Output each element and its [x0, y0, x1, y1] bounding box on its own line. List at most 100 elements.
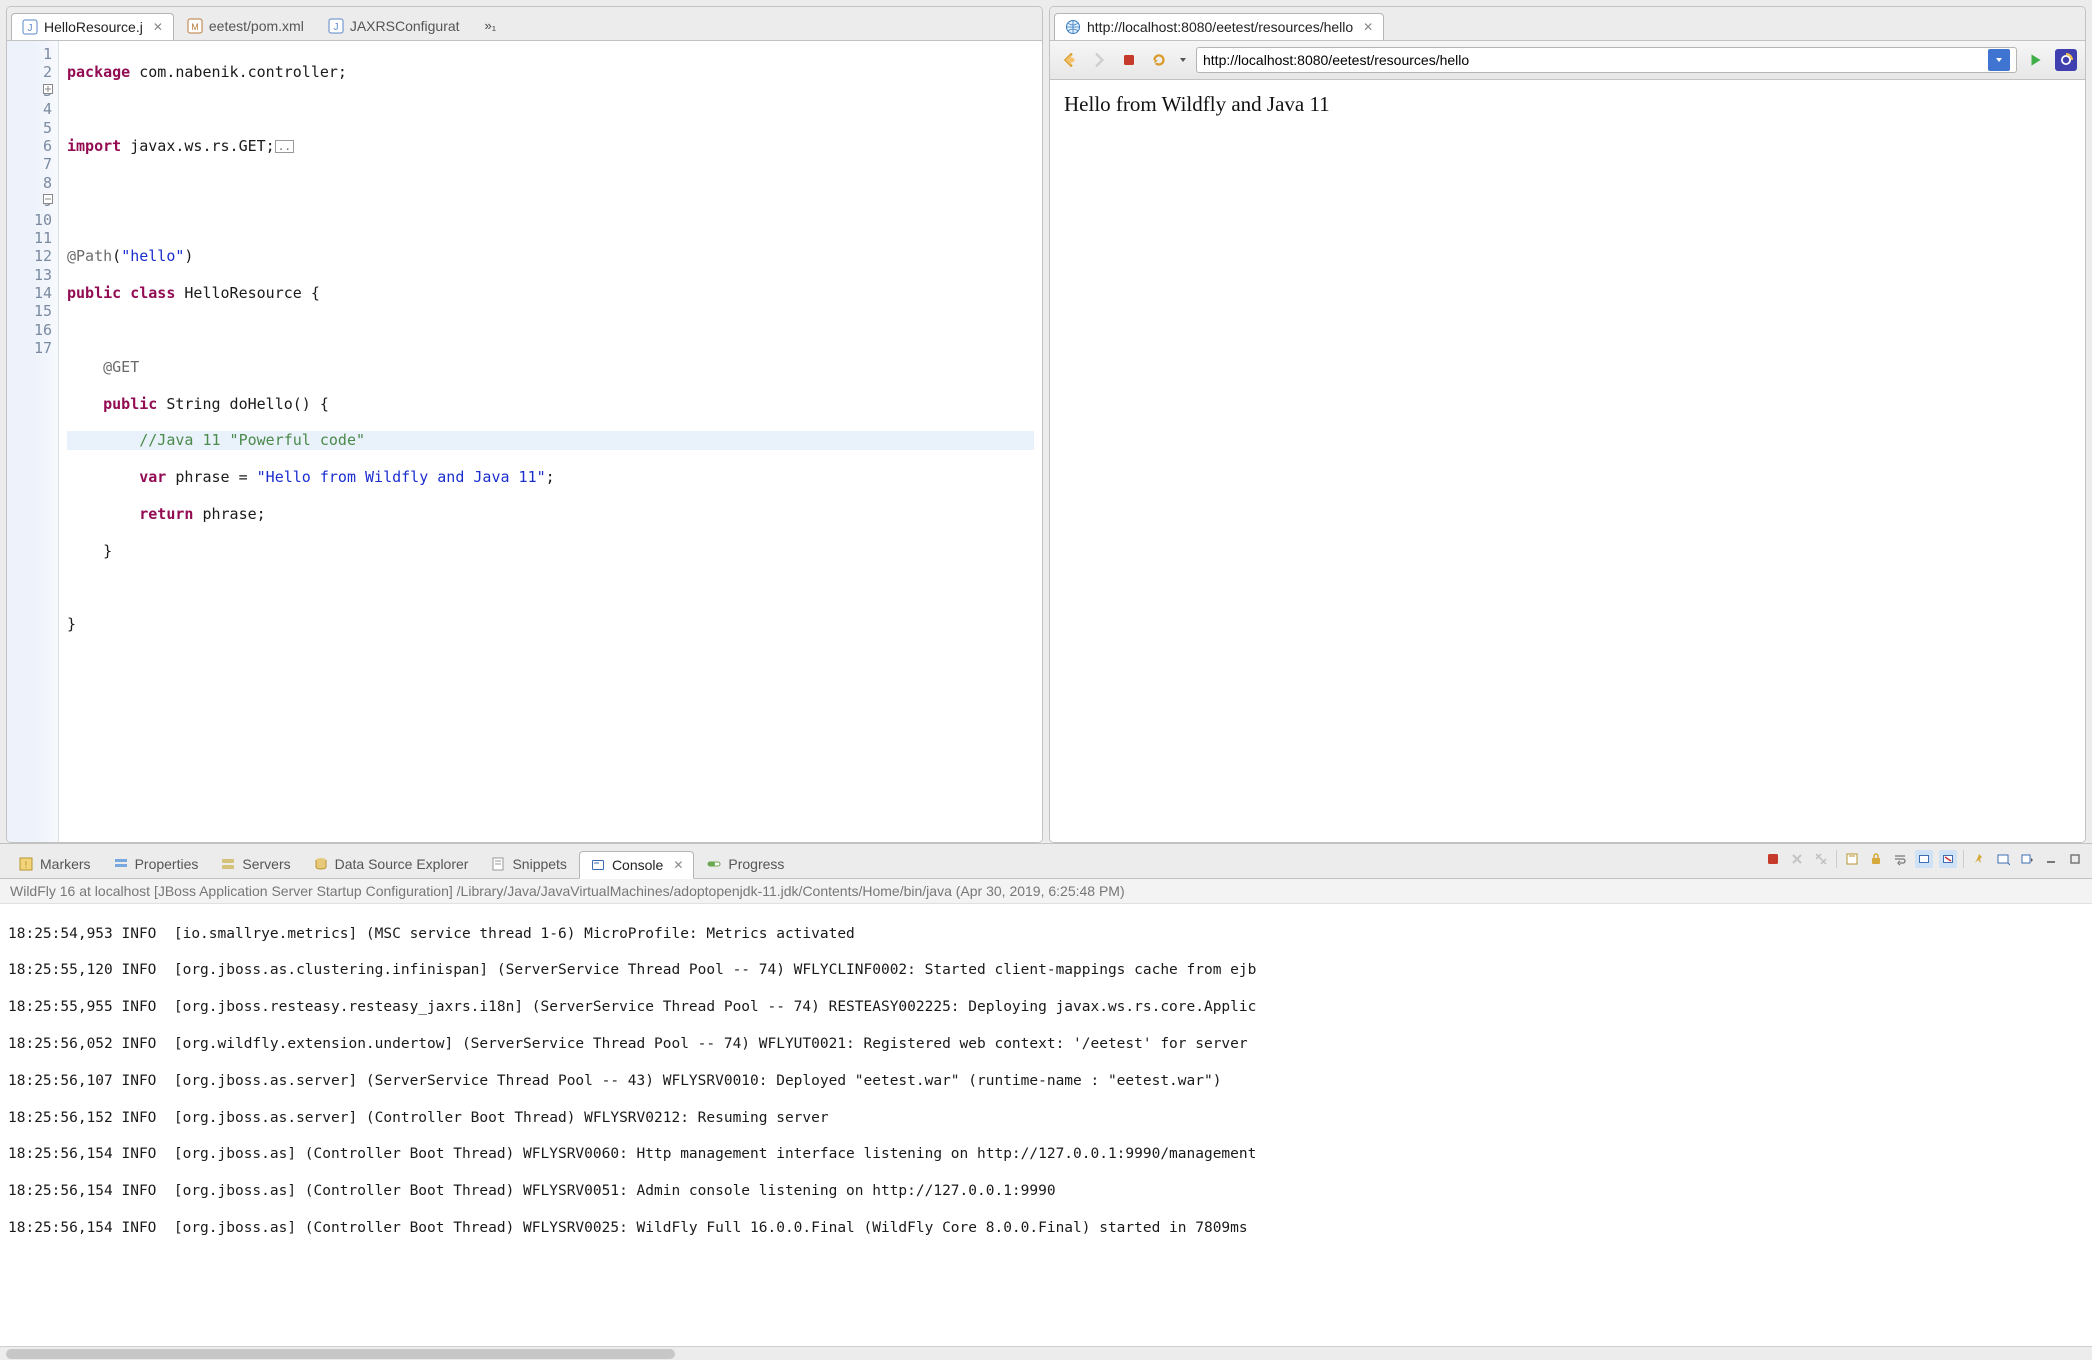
progress-icon [706, 856, 722, 872]
line-number: 8 [11, 174, 52, 192]
svg-text:J: J [333, 22, 338, 33]
tab-servers[interactable]: Servers [210, 851, 300, 877]
tab-label: Progress [728, 856, 784, 872]
stop-button[interactable] [1118, 49, 1140, 71]
page-text: Hello from Wildfly and Java 11 [1064, 92, 1330, 116]
properties-icon [113, 856, 129, 872]
code-editor[interactable]: 1 2 3 4 5 6 7 8 9 [7, 41, 1042, 842]
browser-toolbar [1050, 41, 2085, 80]
tab-datasource[interactable]: Data Source Explorer [303, 851, 479, 877]
refresh-dropdown-icon[interactable] [1178, 49, 1188, 71]
console-line: 18:25:56,052 INFO [org.wildfly.extension… [8, 1035, 2084, 1053]
separator [1963, 850, 1964, 868]
maven-file-icon: M [187, 18, 203, 34]
scrollbar-thumb[interactable] [6, 1349, 675, 1359]
tab-label: Servers [242, 856, 290, 872]
fold-collapse-icon[interactable] [43, 194, 53, 204]
url-field[interactable] [1196, 47, 2017, 73]
tab-browser[interactable]: http://localhost:8080/eetest/resources/h… [1054, 13, 1384, 40]
bottom-panel: ! Markers Properties Servers Data Source… [0, 843, 2092, 1360]
code-area[interactable]: package com.nabenik.controller; import j… [59, 41, 1042, 842]
console-line: 18:25:54,953 INFO [io.smallrye.metrics] … [8, 925, 2084, 943]
line-number: 3 [11, 82, 52, 100]
separator [1836, 850, 1837, 868]
show-when-error-button[interactable] [1939, 850, 1957, 868]
tab-label: Markers [40, 856, 91, 872]
svg-text:M: M [191, 22, 199, 32]
display-selected-button[interactable] [1994, 850, 2012, 868]
refresh-button[interactable] [1148, 49, 1170, 71]
word-wrap-button[interactable] [1891, 850, 1909, 868]
bottom-tab-bar: ! Markers Properties Servers Data Source… [0, 844, 2092, 879]
tab-jaxrsconfig[interactable]: J JAXRSConfigurat [317, 12, 471, 39]
line-number: 10 [11, 211, 52, 229]
editor-pane: J HelloResource.j ✕ M eetest/pom.xml J J… [6, 6, 1043, 843]
back-button[interactable] [1058, 49, 1080, 71]
tab-label: Properties [135, 856, 199, 872]
pin-console-button[interactable] [1970, 850, 1988, 868]
tab-helloresource[interactable]: J HelloResource.j ✕ [11, 13, 174, 40]
tab-label: JAXRSConfigurat [350, 18, 460, 34]
tab-console[interactable]: Console ✕ [579, 851, 694, 879]
ide-root: J HelloResource.j ✕ M eetest/pom.xml J J… [0, 0, 2092, 1360]
url-input[interactable] [1203, 52, 1984, 68]
line-gutter: 1 2 3 4 5 6 7 8 9 [7, 41, 59, 842]
open-external-button[interactable] [2055, 49, 2077, 71]
tab-snippets[interactable]: Snippets [480, 851, 576, 877]
show-when-output-button[interactable] [1915, 850, 1933, 868]
console-line: 18:25:56,154 INFO [org.jboss.as] (Contro… [8, 1182, 2084, 1200]
line-number: 12 [11, 247, 52, 265]
horizontal-scrollbar[interactable] [0, 1346, 2092, 1360]
line-number: 13 [11, 266, 52, 284]
java-file-icon: J [328, 18, 344, 34]
url-history-dropdown[interactable] [1988, 49, 2010, 71]
line-number: 15 [11, 302, 52, 320]
close-icon[interactable]: ✕ [1363, 20, 1373, 34]
line-number: 5 [11, 119, 52, 137]
line-number: 16 [11, 321, 52, 339]
console-icon [590, 857, 606, 873]
tab-markers[interactable]: ! Markers [8, 851, 101, 877]
browser-content: Hello from Wildfly and Java 11 [1050, 80, 2085, 842]
tab-properties[interactable]: Properties [103, 851, 209, 877]
minimize-button[interactable] [2042, 850, 2060, 868]
tab-progress[interactable]: Progress [696, 851, 794, 877]
open-console-dropdown[interactable] [2018, 850, 2036, 868]
tab-overflow-button[interactable]: »₁ [479, 14, 503, 37]
folded-imports-icon[interactable]: .. [275, 140, 294, 153]
snippets-icon [490, 856, 506, 872]
close-icon[interactable]: ✕ [153, 20, 163, 34]
console-line: 18:25:56,154 INFO [org.jboss.as] (Contro… [8, 1145, 2084, 1163]
line-number: 14 [11, 284, 52, 302]
console-output[interactable]: 18:25:54,953 INFO [io.smallrye.metrics] … [0, 904, 2092, 1346]
svg-text:!: ! [25, 860, 28, 871]
remove-all-button[interactable] [1812, 850, 1830, 868]
forward-button[interactable] [1088, 49, 1110, 71]
tab-label: HelloResource.j [44, 19, 143, 35]
fold-expand-icon[interactable] [43, 84, 53, 94]
maximize-button[interactable] [2066, 850, 2084, 868]
line-number: 4 [11, 100, 52, 118]
line-number: 9 [11, 192, 52, 210]
terminate-button[interactable] [1764, 850, 1782, 868]
line-number: 7 [11, 155, 52, 173]
tab-label: Console [612, 857, 663, 873]
java-file-icon: J [22, 19, 38, 35]
scroll-lock-button[interactable] [1867, 850, 1885, 868]
tab-label: Data Source Explorer [335, 856, 469, 872]
tab-pom[interactable]: M eetest/pom.xml [176, 12, 315, 39]
editor-tab-bar: J HelloResource.j ✕ M eetest/pom.xml J J… [7, 7, 1042, 41]
console-line: 18:25:55,120 INFO [org.jboss.as.clusteri… [8, 961, 2084, 979]
remove-launch-button[interactable] [1788, 850, 1806, 868]
console-line: 18:25:55,955 INFO [org.jboss.resteasy.re… [8, 998, 2084, 1016]
console-header: WildFly 16 at localhost [JBoss Applicati… [0, 879, 2092, 904]
svg-text:J: J [28, 23, 33, 34]
close-icon[interactable]: ✕ [673, 858, 683, 872]
browser-pane: http://localhost:8080/eetest/resources/h… [1049, 6, 2086, 843]
go-button[interactable] [2025, 49, 2047, 71]
clear-console-button[interactable] [1843, 850, 1861, 868]
markers-icon: ! [18, 856, 34, 872]
tab-label: Snippets [512, 856, 566, 872]
console-line: 18:25:56,107 INFO [org.jboss.as.server] … [8, 1072, 2084, 1090]
datasource-icon [313, 856, 329, 872]
